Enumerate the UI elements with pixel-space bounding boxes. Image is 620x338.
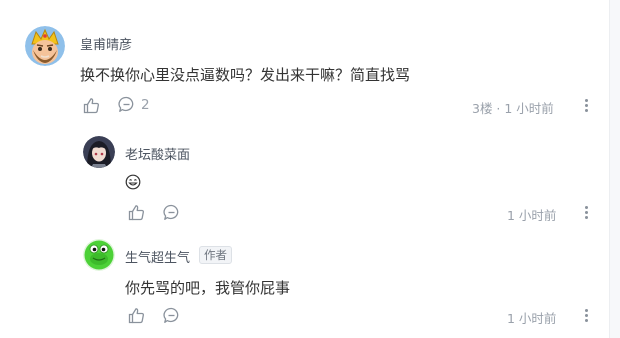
more-options-button[interactable] bbox=[579, 97, 593, 113]
reply-time: 1 小时前 bbox=[507, 208, 557, 223]
like-button[interactable] bbox=[128, 307, 145, 324]
comment-author[interactable]: 皇甫晴彦 bbox=[80, 34, 132, 53]
like-button[interactable] bbox=[83, 96, 101, 114]
avatar[interactable] bbox=[83, 239, 115, 271]
more-dot-icon bbox=[584, 108, 588, 112]
smile-emoji-icon: 😊 bbox=[125, 174, 141, 190]
more-dot-icon bbox=[584, 103, 588, 107]
more-dot-icon bbox=[584, 215, 588, 219]
reply-button[interactable] bbox=[163, 204, 180, 221]
clash-king-avatar-icon bbox=[25, 26, 65, 66]
comment-bubble-icon bbox=[163, 204, 179, 220]
dark-hair-character-avatar-icon bbox=[83, 136, 115, 168]
reply-button[interactable]: 2 bbox=[118, 96, 150, 113]
more-options-button[interactable] bbox=[579, 307, 593, 323]
reply-button[interactable] bbox=[163, 307, 180, 324]
comment-bubble-icon bbox=[118, 96, 134, 112]
reply-author[interactable]: 生气超生气 bbox=[125, 247, 190, 266]
reply-author[interactable]: 老坛酸菜面 bbox=[125, 144, 190, 163]
green-frog-avatar-icon bbox=[83, 239, 115, 271]
reply-count: 2 bbox=[141, 96, 150, 113]
comment-bubble-icon bbox=[163, 307, 179, 323]
more-options-button[interactable] bbox=[579, 204, 593, 220]
comment-floor-time: 3楼 · 1 小时前 bbox=[472, 101, 554, 116]
avatar[interactable] bbox=[83, 136, 115, 168]
thumbs-up-icon bbox=[128, 205, 144, 221]
more-dot-icon bbox=[584, 318, 588, 322]
thumbs-up-icon bbox=[128, 308, 144, 324]
avatar[interactable] bbox=[25, 26, 65, 66]
more-dot-icon bbox=[584, 308, 588, 312]
comment-list: 皇甫晴彦 换不换你心里没点逼数吗？发出来干嘛？简直找骂 2 3楼 · 1 小时前… bbox=[0, 0, 609, 338]
more-dot-icon bbox=[584, 313, 588, 317]
more-dot-icon bbox=[584, 98, 588, 102]
reply-time: 1 小时前 bbox=[507, 311, 557, 326]
author-badge: 作者 bbox=[199, 246, 232, 264]
more-dot-icon bbox=[584, 210, 588, 214]
reply-text: 你先骂的吧，我管你屁事 bbox=[125, 279, 291, 297]
like-button[interactable] bbox=[128, 204, 145, 221]
scrollbar[interactable] bbox=[609, 0, 620, 338]
more-dot-icon bbox=[584, 205, 588, 209]
thumbs-up-icon bbox=[83, 97, 99, 113]
comment-text: 换不换你心里没点逼数吗？发出来干嘛？简直找骂 bbox=[80, 66, 411, 84]
